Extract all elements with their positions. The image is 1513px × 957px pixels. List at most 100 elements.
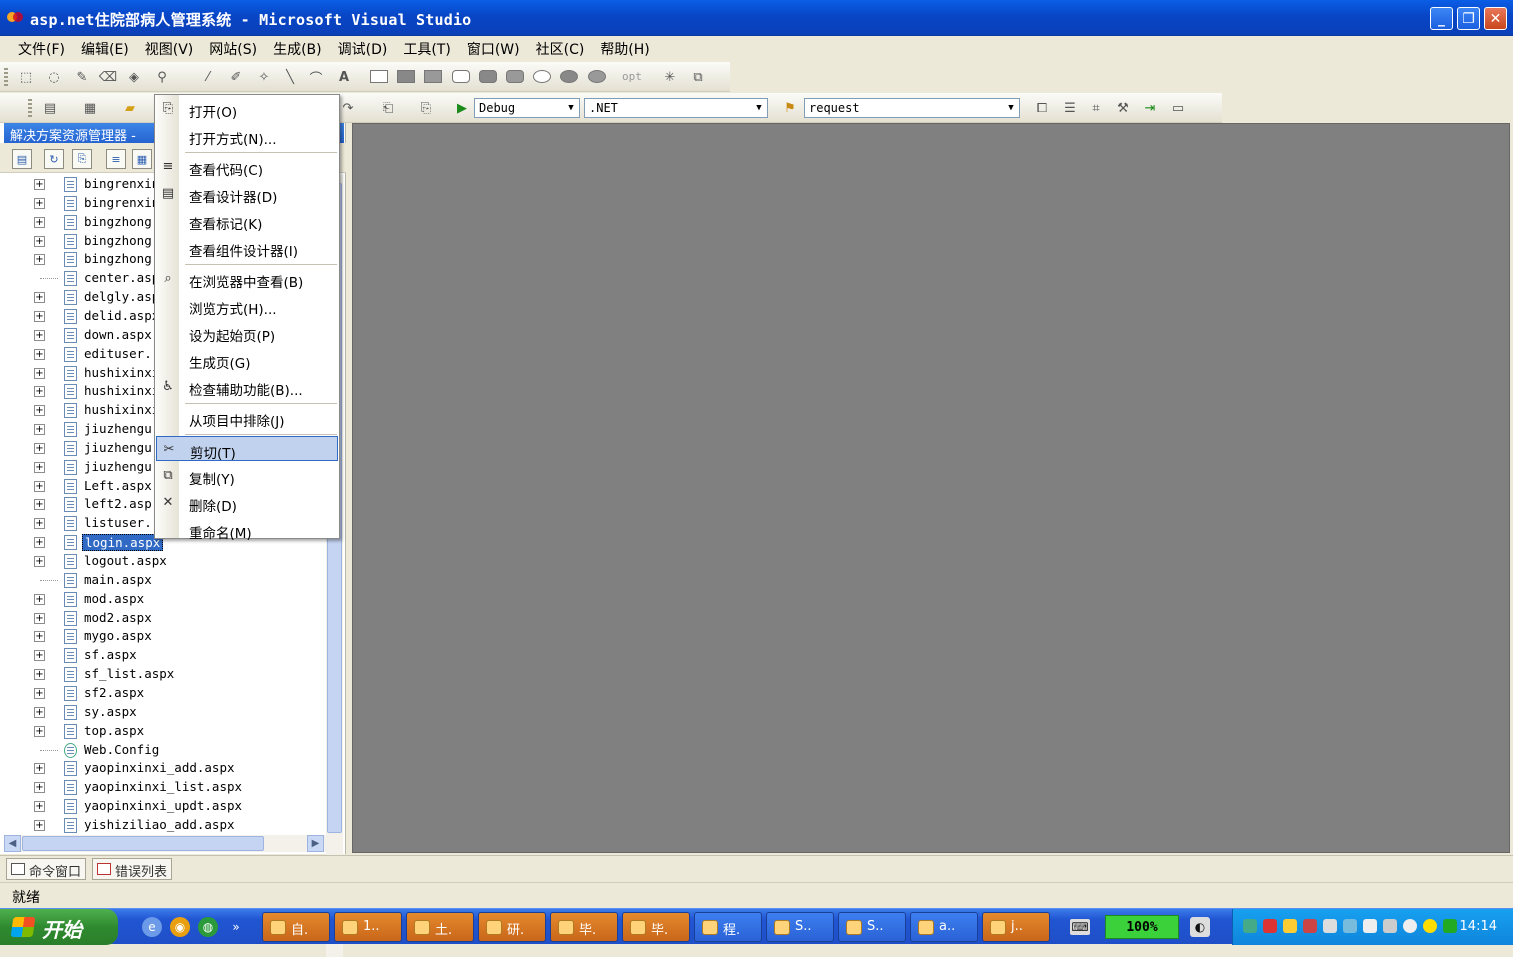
- tree-item[interactable]: + mod2.aspx: [0, 609, 326, 628]
- start-debug-icon[interactable]: ▶: [452, 99, 472, 117]
- context-menu-item[interactable]: 查看组件设计器(I): [156, 235, 338, 260]
- context-menu-item[interactable]: ≡ 查看代码(C): [156, 154, 338, 180]
- ellipse-icon[interactable]: [533, 70, 551, 83]
- tray-network-icon[interactable]: [1323, 919, 1337, 933]
- expand-icon[interactable]: +: [34, 593, 45, 605]
- fill-icon[interactable]: ◈: [124, 68, 144, 86]
- solid-rectangle-icon[interactable]: [424, 70, 442, 83]
- tree-item[interactable]: + sf_list.aspx: [0, 665, 326, 684]
- expand-icon[interactable]: +: [34, 480, 45, 492]
- expand-icon[interactable]: +: [34, 518, 45, 530]
- keyboard-icon[interactable]: ⌨: [1070, 919, 1090, 935]
- tree-item[interactable]: Web.Config: [0, 741, 326, 760]
- expand-icon[interactable]: +: [34, 612, 45, 624]
- expand-icon[interactable]: +: [34, 819, 45, 831]
- close-button[interactable]: ✕: [1484, 7, 1507, 30]
- start-button[interactable]: 开始: [0, 909, 118, 945]
- expand-icon[interactable]: +: [34, 179, 45, 190]
- context-menu-item[interactable]: ▤ 查看设计器(D): [156, 181, 338, 207]
- expand-icon[interactable]: +: [34, 424, 45, 436]
- solution-config-combo[interactable]: Debug ▼: [474, 98, 580, 118]
- context-menu-item[interactable]: 打开方式(N)...: [156, 123, 338, 148]
- tree-item[interactable]: + yaopinxinxi_list.aspx: [0, 778, 326, 797]
- taskbar-button[interactable]: 毕.: [550, 912, 618, 942]
- tree-item[interactable]: + mygo.aspx: [0, 627, 326, 646]
- tab-command-window[interactable]: 命令窗口: [6, 858, 87, 880]
- expand-icon[interactable]: +: [34, 292, 45, 304]
- solution-explorer-icon[interactable]: ⧠: [1032, 99, 1052, 117]
- expand-icon[interactable]: +: [34, 386, 45, 398]
- taskbar-button[interactable]: 土.: [406, 912, 474, 942]
- scroll-left-icon[interactable]: ◀: [4, 835, 21, 852]
- expand-icon[interactable]: +: [34, 197, 45, 209]
- tray-search-icon[interactable]: [1403, 919, 1417, 933]
- tree-item[interactable]: main.aspx: [0, 571, 326, 590]
- context-menu-item[interactable]: 从项目中排除(J): [156, 405, 338, 430]
- restore-button[interactable]: ❐: [1457, 7, 1480, 30]
- expand-icon[interactable]: +: [34, 235, 45, 247]
- refresh-icon[interactable]: ↻: [44, 149, 64, 169]
- tree-item[interactable]: + sy.aspx: [0, 703, 326, 722]
- open-folder-icon[interactable]: ▰: [120, 99, 140, 117]
- zoom-indicator[interactable]: 100%: [1105, 915, 1179, 939]
- airbrush-icon[interactable]: ✐: [226, 68, 246, 86]
- taskbar-button[interactable]: S..: [838, 912, 906, 942]
- context-menu-item[interactable]: 浏览方式(H)...: [156, 293, 338, 318]
- menu-item[interactable]: 编辑(E): [73, 39, 137, 59]
- properties-icon[interactable]: ▤: [12, 149, 32, 169]
- rounded-rectangle-icon[interactable]: [452, 70, 470, 83]
- other-windows-icon[interactable]: ▭: [1168, 99, 1188, 117]
- taskbar-button[interactable]: a..: [910, 912, 978, 942]
- curve-icon[interactable]: ⌒: [306, 68, 326, 87]
- tree-item[interactable]: + mod.aspx: [0, 590, 326, 609]
- expand-icon[interactable]: +: [34, 631, 45, 643]
- context-menu-item[interactable]: ✕ 删除(D): [156, 490, 338, 516]
- navigate-forward-icon[interactable]: ⎘: [416, 99, 436, 117]
- line-icon[interactable]: ╲: [280, 68, 300, 86]
- tree-item[interactable]: + yishiziliao_add.aspx: [0, 816, 326, 835]
- chevron-down-icon[interactable]: ▼: [565, 101, 577, 115]
- taskbar-button[interactable]: 程.: [694, 912, 762, 942]
- find-combo[interactable]: request ▼: [804, 98, 1020, 118]
- view-designer-icon[interactable]: ▦: [132, 149, 152, 169]
- toolbar-grip[interactable]: [28, 99, 32, 117]
- menu-item[interactable]: 网站(S): [201, 39, 265, 59]
- context-menu-item[interactable]: ♿ 检查辅助功能(B)...: [156, 374, 338, 400]
- options-label[interactable]: opt: [622, 70, 642, 83]
- expand-icon[interactable]: +: [34, 329, 45, 341]
- taskbar-button[interactable]: j..: [982, 912, 1050, 942]
- expand-icon[interactable]: +: [34, 687, 45, 699]
- horizontal-scrollbar[interactable]: ◀ ▶: [4, 835, 326, 852]
- pencil-icon[interactable]: ✎: [72, 68, 92, 86]
- solid-rounded-rect-icon[interactable]: [506, 70, 524, 83]
- object-browser-icon[interactable]: ⌗: [1086, 99, 1106, 117]
- view-code-icon[interactable]: ≡: [106, 149, 126, 169]
- magic-wand-icon[interactable]: ✧: [254, 68, 274, 86]
- menu-item[interactable]: 生成(B): [265, 39, 330, 59]
- tray-app-icon[interactable]: [1363, 919, 1377, 933]
- new-project-icon[interactable]: ▤: [40, 99, 60, 117]
- expand-icon[interactable]: +: [34, 216, 45, 228]
- expand-icon[interactable]: +: [34, 254, 45, 266]
- quicklaunch-browser-icon[interactable]: ◍: [198, 917, 218, 937]
- tree-item[interactable]: + yaopinxinxi_updt.aspx: [0, 797, 326, 816]
- expand-icon[interactable]: +: [34, 310, 45, 322]
- menu-item[interactable]: 工具(T): [395, 39, 458, 59]
- expand-icon[interactable]: +: [34, 499, 45, 511]
- filled-rounded-rect-icon[interactable]: [479, 70, 497, 83]
- find-in-files-icon[interactable]: ⚑: [780, 99, 800, 117]
- toolbar-grip[interactable]: [4, 68, 8, 86]
- taskbar-button[interactable]: 毕.: [622, 912, 690, 942]
- text-icon[interactable]: A: [334, 68, 354, 86]
- nest-files-icon[interactable]: ⎘: [72, 149, 92, 169]
- menu-item[interactable]: 社区(C): [528, 39, 593, 59]
- quicklaunch-more-icon[interactable]: »: [226, 917, 246, 937]
- expand-icon[interactable]: +: [34, 763, 45, 775]
- menu-item[interactable]: 窗口(W): [459, 39, 528, 59]
- plug-icon[interactable]: ◐: [1190, 917, 1210, 937]
- quicklaunch-player-icon[interactable]: ◉: [170, 917, 190, 937]
- solid-ellipse-icon[interactable]: [588, 70, 606, 83]
- expand-icon[interactable]: +: [34, 801, 45, 813]
- expand-icon[interactable]: +: [34, 650, 45, 662]
- navigate-back-icon[interactable]: ⎗: [378, 99, 398, 117]
